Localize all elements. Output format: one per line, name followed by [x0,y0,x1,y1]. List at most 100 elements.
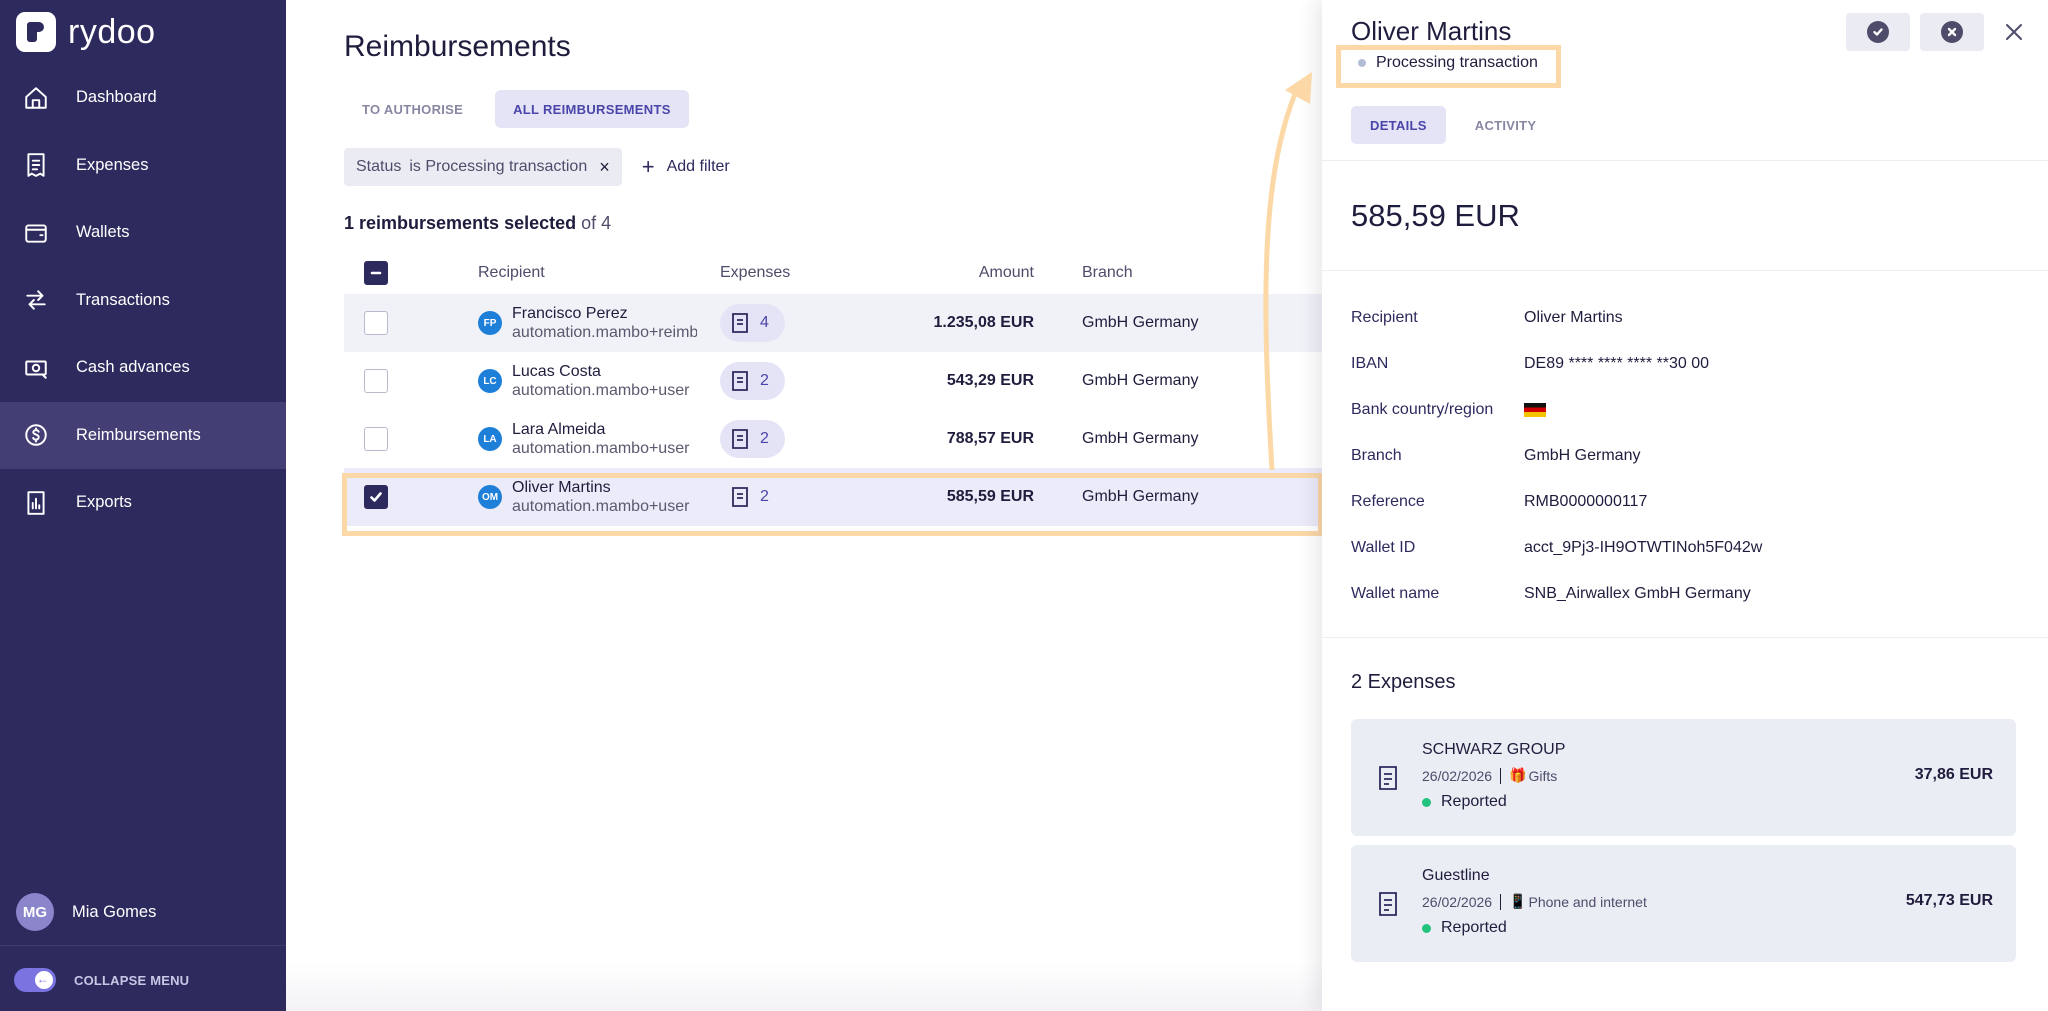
avatar: LC [478,369,502,393]
receipt-icon [1377,765,1399,796]
row-branch: GmbH Germany [1082,430,1199,447]
expenses-count[interactable]: 2 [720,362,785,400]
expenses-count[interactable]: 2 [720,478,785,516]
panel-actions [1846,13,2034,51]
user-name: Mia Gomes [72,902,157,921]
sidebar-item-label: Wallets [76,223,130,242]
sidebar-nav: Dashboard Expenses Wallets Transactions … [0,64,286,537]
sidebar-item-label: Reimbursements [76,425,201,444]
table-header: Recipient Expenses Amount Branch [344,252,1322,294]
receipt-icon [732,371,748,391]
sidebar-item-cash-advances[interactable]: Cash advances [0,334,286,402]
expense-amount: 37,86 EUR [1914,766,1993,783]
recipient-name: Francisco Perez [512,305,628,322]
approve-button[interactable] [1846,13,1910,51]
recipient-name: Lara Almeida [512,421,606,438]
divider [1322,270,2048,271]
sidebar-item-dashboard[interactable]: Dashboard [0,64,286,132]
row-amount: 1.235,08 EUR [933,314,1034,331]
collapse-menu-label: COLLAPSE MENU [74,972,190,988]
table-row[interactable]: LA Lara Almeida automation.mambo+user 2 78… [344,410,1322,468]
germany-flag-icon [1524,403,1546,417]
table-row[interactable]: LC Lucas Costa automation.mambo+user 2 543… [344,352,1322,410]
user-profile[interactable]: MG Mia Gomes [16,893,156,931]
divider [1322,637,2048,638]
row-branch: GmbH Germany [1082,372,1199,389]
recipient-email: automation.mambo+user [512,382,690,399]
add-filter-button[interactable]: + Add filter [642,154,730,180]
filter-key: Status [356,158,402,175]
divider [1322,160,2048,161]
chart-icon [22,489,50,517]
column-recipient[interactable]: Recipient [478,264,720,282]
expense-card[interactable]: SCHWARZ GROUP 26/02/2026 🎁 Gifts Reporte… [1351,719,2016,836]
panel-tabs: DETAILS ACTIVITY [1351,106,1555,144]
sidebar-divider [0,945,286,946]
row-branch: GmbH Germany [1082,488,1199,505]
tab-details[interactable]: DETAILS [1351,106,1446,144]
tab-all-reimbursements[interactable]: ALL REIMBURSEMENTS [495,90,689,128]
close-panel-button[interactable] [1994,13,2034,51]
table-row[interactable]: OM Oliver Martins automation.mambo+user 2 … [344,468,1322,526]
recipient-name: Lucas Costa [512,363,601,380]
row-amount: 788,57 EUR [946,430,1034,447]
gift-icon: 🎁 [1509,767,1527,783]
close-icon [2006,24,2022,40]
row-checkbox[interactable] [364,369,388,393]
filter-value: is Processing transaction [409,158,588,175]
row-checkbox[interactable] [364,485,388,509]
expense-status: Reported [1422,919,1507,937]
sidebar-item-reimbursements[interactable]: Reimbursements [0,401,286,469]
expense-meta: 26/02/2026 🎁 Gifts [1422,767,1557,784]
column-branch[interactable]: Branch [1034,264,1322,282]
expenses-count[interactable]: 2 [720,420,785,458]
sidebar-item-expenses[interactable]: Expenses [0,132,286,200]
column-expenses[interactable]: Expenses [720,264,890,282]
tab-to-authorise[interactable]: TO AUTHORISE [344,90,481,128]
rydoo-logo[interactable]: rydoo [16,12,156,52]
row-checkbox[interactable] [364,311,388,335]
cash-icon [22,354,50,382]
recipient-email: automation.mambo+user [512,440,690,457]
selection-summary: 1 reimbursements selected of 4 [344,213,611,234]
expenses-count-value: 2 [760,430,769,447]
expense-card[interactable]: Guestline 26/02/2026 📱 Phone and interne… [1351,845,2016,962]
expenses-count-value: 2 [760,488,769,505]
table-row[interactable]: FP Francisco Perez automation.mambo+reimb … [344,294,1322,352]
phone-icon: 📱 [1509,893,1527,909]
reimbursements-table: Recipient Expenses Amount Branch FP Franc… [344,252,1322,526]
filter-row: Status is Processing transaction × + Add… [344,148,730,186]
collapse-menu[interactable]: ← COLLAPSE MENU [14,968,189,992]
recipient-name: Oliver Martins [512,479,611,496]
detail-row-iban: IBAN DE89 **** **** **** **30 00 [1351,341,2011,387]
status-dot [1358,59,1366,67]
status-dot [1422,923,1431,933]
panel-amount: 585,59 EUR [1351,198,1520,233]
status-badge: Processing transaction [1358,54,1538,72]
status-filter-chip[interactable]: Status is Processing transaction × [344,148,622,186]
receipt-icon [732,487,748,507]
detail-value: RMB0000000117 [1524,493,1648,510]
row-checkbox[interactable] [364,427,388,451]
reimbursement-detail-panel: Oliver Martins Processing transaction DE… [1322,0,2048,1011]
sidebar-item-transactions[interactable]: Transactions [0,267,286,335]
close-icon[interactable]: × [599,157,610,178]
expense-merchant: SCHWARZ GROUP [1422,741,1566,758]
collapse-toggle[interactable]: ← [14,968,56,992]
tab-activity[interactable]: ACTIVITY [1456,106,1556,144]
expense-date: 26/02/2026 [1422,893,1493,910]
reject-button[interactable] [1920,13,1984,51]
detail-label: Recipient [1351,309,1418,326]
detail-label: IBAN [1351,355,1389,372]
logo-text: rydoo [68,12,156,51]
wallet-icon [22,219,50,247]
sidebar-item-wallets[interactable]: Wallets [0,199,286,267]
select-all-checkbox[interactable] [364,261,388,285]
column-amount[interactable]: Amount [890,264,1034,282]
reimbursement-tabs: TO AUTHORISE ALL REIMBURSEMENTS [344,90,689,128]
expense-status-text: Reported [1441,919,1507,936]
detail-value: DE89 **** **** **** **30 00 [1524,355,1710,372]
detail-label: Wallet ID [1351,539,1416,556]
expenses-count[interactable]: 4 [720,304,785,342]
sidebar-item-exports[interactable]: Exports [0,469,286,537]
